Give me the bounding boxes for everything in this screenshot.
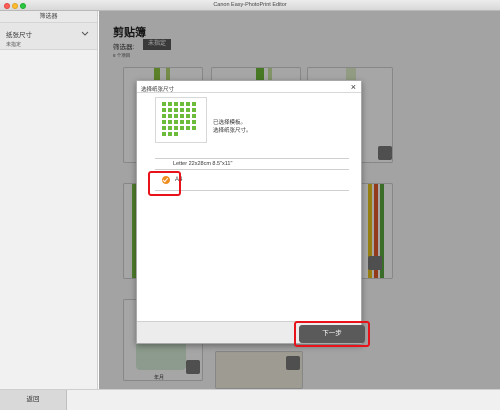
selection-highlight xyxy=(148,171,181,196)
paper-size-filter-value: 未指定 xyxy=(6,42,22,48)
paper-size-filter[interactable]: 纸张尺寸 未指定 xyxy=(0,23,97,50)
paper-option-letter[interactable]: Letter 22x28cm 8.5"x11" xyxy=(173,161,232,167)
close-icon[interactable]: × xyxy=(351,82,356,92)
dialog-description-line1: 已选择模板。 xyxy=(213,120,247,126)
sidebar-header: 筛选器 xyxy=(0,11,97,23)
template-thumbnail xyxy=(155,97,207,143)
divider xyxy=(155,169,349,170)
window-titlebar: Canon Easy-PhotoPrint Editor xyxy=(0,0,500,11)
paper-size-dialog: 选择纸张尺寸 × 已选择模板。 选择纸张尺寸。 Letter 22x28cm 8… xyxy=(136,80,362,344)
paper-option-a4[interactable]: A4 xyxy=(155,171,349,189)
divider xyxy=(155,190,349,191)
divider xyxy=(137,92,361,93)
divider xyxy=(155,158,349,159)
window-title: Canon Easy-PhotoPrint Editor xyxy=(213,2,287,8)
bottom-bar: 返回 xyxy=(0,389,500,410)
back-button[interactable]: 返回 xyxy=(0,390,67,410)
next-button-highlight xyxy=(294,321,370,347)
dialog-description-line2: 选择纸张尺寸。 xyxy=(213,128,252,134)
alphabet-pattern-icon xyxy=(162,102,196,136)
filter-sidebar: 筛选器 纸张尺寸 未指定 xyxy=(0,11,98,389)
chevron-down-icon[interactable] xyxy=(81,31,89,37)
